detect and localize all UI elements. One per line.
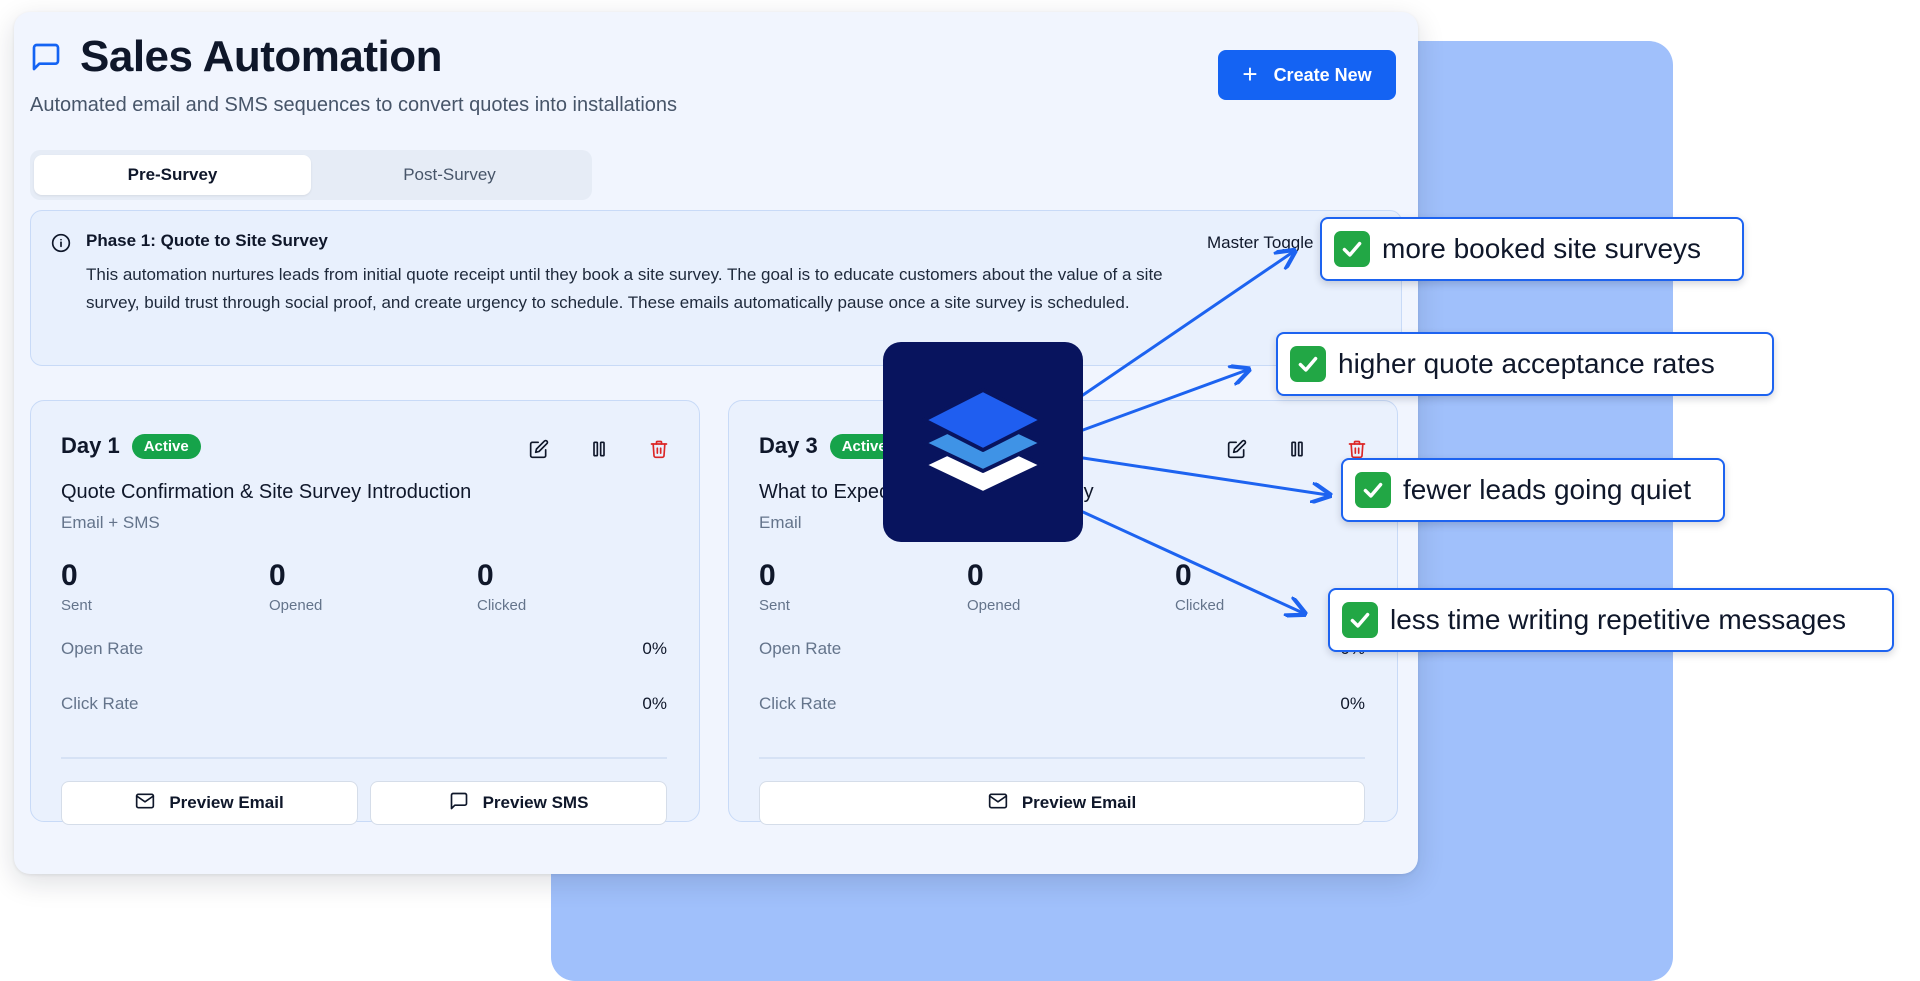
- check-box-icon: [1334, 231, 1370, 267]
- callout-less-writing-time: less time writing repetitive messages: [1328, 588, 1894, 652]
- layers-icon: [908, 365, 1058, 520]
- callout-booked-surveys: more booked site surveys: [1320, 217, 1744, 281]
- arrow-3: [1081, 456, 1328, 495]
- callout-text: fewer leads going quiet: [1403, 474, 1691, 505]
- check-box-icon: [1290, 346, 1326, 382]
- callout-text: more booked site surveys: [1382, 233, 1702, 264]
- arrow-4: [1081, 510, 1303, 613]
- callout-fewer-quiet-leads: fewer leads going quiet: [1341, 458, 1725, 522]
- check-box-icon: [1355, 472, 1391, 508]
- callout-text: higher quote acceptance rates: [1338, 348, 1715, 379]
- callout-quote-acceptance: higher quote acceptance rates: [1276, 332, 1774, 396]
- arrow-1: [1081, 252, 1293, 397]
- check-box-icon: [1342, 602, 1378, 638]
- app-logo: [883, 342, 1083, 542]
- callout-text: less time writing repetitive messages: [1390, 604, 1846, 635]
